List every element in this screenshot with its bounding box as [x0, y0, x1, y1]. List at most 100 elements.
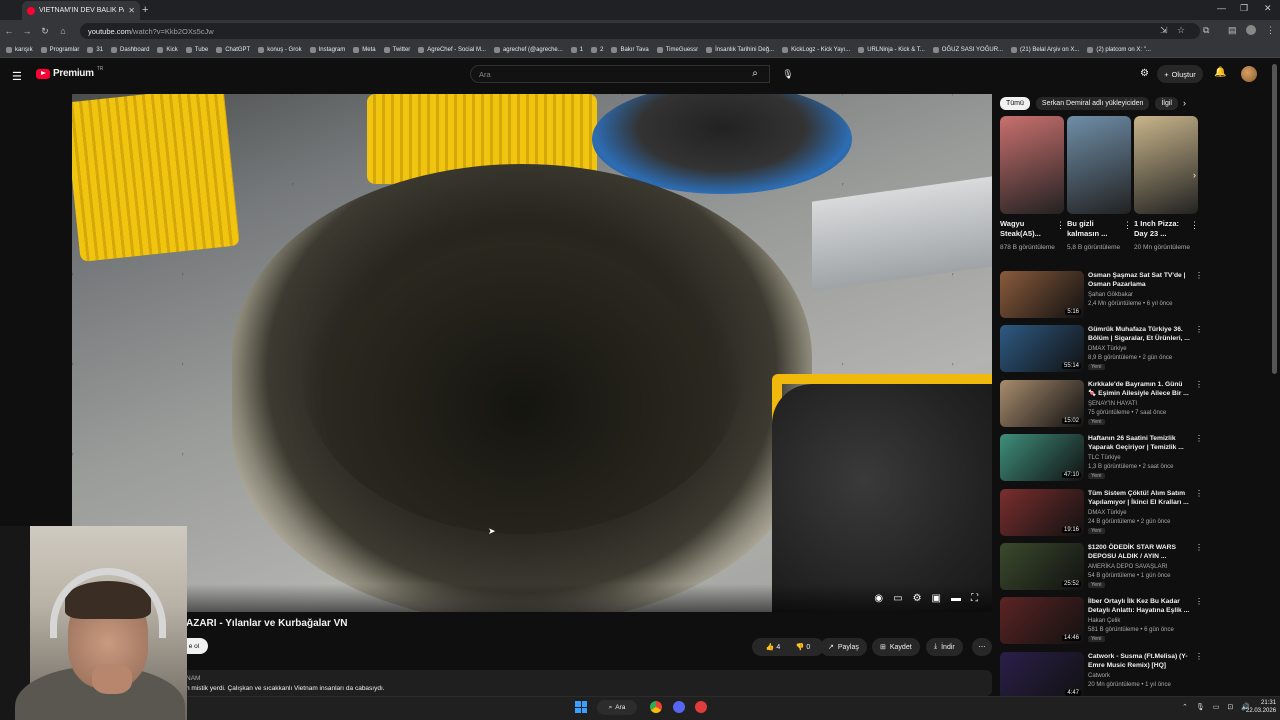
filter-chip[interactable]: Tümü: [1000, 96, 1030, 110]
bookmark-item[interactable]: konuş - Grok: [258, 46, 302, 53]
channel-name[interactable]: DMAX Türkiye: [1088, 510, 1127, 516]
settings-icon[interactable]: ⚙: [913, 593, 922, 604]
video-more-icon[interactable]: ⋮: [1195, 325, 1203, 334]
video-more-icon[interactable]: ⋮: [1195, 652, 1203, 661]
chrome-app-icon[interactable]: [650, 701, 662, 713]
video-thumbnail[interactable]: 47:10: [1000, 434, 1084, 482]
short-more-icon[interactable]: ⋮: [1190, 220, 1199, 231]
short-title[interactable]: Wagyu Steak(A5)...: [1000, 219, 1056, 239]
channel-name[interactable]: Hakan Çelik: [1088, 618, 1120, 624]
forward-icon[interactable]: →: [18, 26, 36, 36]
recommended-video[interactable]: 19:16 Tüm Sistem Çöktü! Alım Satım Yapıla…: [1000, 488, 1203, 539]
fullscreen-icon[interactable]: ⛶: [971, 593, 978, 604]
more-actions-icon[interactable]: ⋯: [972, 638, 992, 656]
shorts-next-icon[interactable]: ›: [1193, 170, 1196, 180]
mic-tray-icon[interactable]: 🎙: [1196, 703, 1205, 711]
video-more-icon[interactable]: ⋮: [1195, 380, 1203, 389]
subtitles-icon[interactable]: ▭: [893, 593, 902, 604]
search-icon[interactable]: ⌕: [740, 65, 770, 83]
bookmark-item[interactable]: Twitter: [383, 46, 410, 53]
save-button[interactable]: ⊞ Kaydet: [872, 638, 920, 656]
channel-name[interactable]: TLC Türkiye: [1088, 455, 1121, 461]
video-more-icon[interactable]: ⋮: [1195, 543, 1203, 552]
video-more-icon[interactable]: ⋮: [1195, 597, 1203, 606]
short-thumbnail[interactable]: [1134, 116, 1198, 214]
video-thumbnail[interactable]: 25:52: [1000, 543, 1084, 590]
video-more-icon[interactable]: ⋮: [1195, 489, 1203, 498]
bookmark-item[interactable]: ChatGPT: [216, 46, 250, 53]
video-title[interactable]: Gümrük Muhafaza Türkiye 36. Bölüm | Siga…: [1088, 325, 1192, 343]
youtube-logo[interactable]: Premium TR: [36, 66, 103, 79]
filter-chip[interactable]: Serkan Demiral adlı yükleyiciden: [1035, 96, 1150, 110]
recommended-video[interactable]: 55:14 Gümrük Muhafaza Türkiye 36. Bölüm |…: [1000, 325, 1203, 375]
filter-chip[interactable]: İlgil: [1155, 96, 1178, 110]
bookmark-item[interactable]: (21) Belal Arşiv on X...: [1011, 46, 1079, 53]
video-title[interactable]: Catwork - Susma (Ft.Melisa) (Y-Emre Musi…: [1088, 652, 1192, 670]
create-button[interactable]: + Oluştur: [1157, 65, 1203, 83]
extensions-icon[interactable]: ⧉: [1203, 25, 1209, 36]
channel-name[interactable]: AMERİKA DEPO SAVAŞLARI: [1088, 564, 1167, 570]
bookmark-item[interactable]: İnsanlık Tarihini Değ...: [706, 46, 774, 53]
bookmark-item[interactable]: Programlar: [40, 46, 79, 53]
video-thumbnail[interactable]: 19:16: [1000, 488, 1084, 536]
close-tab-icon[interactable]: ✕: [128, 6, 135, 15]
bookmark-item[interactable]: karışık: [6, 46, 33, 53]
like-button[interactable]: 👍 4: [766, 643, 781, 651]
channel-name[interactable]: DMAX Türkiye: [1088, 346, 1127, 352]
bookmark-item[interactable]: OĞUZ SASI YOĞUR...: [932, 46, 1003, 53]
recommended-video[interactable]: 47:10 Haftanın 26 Saatini Temizlik Yapara…: [1000, 434, 1203, 484]
bookmark-star-icon[interactable]: ☆: [1177, 25, 1185, 36]
video-thumbnail[interactable]: 55:14: [1000, 325, 1084, 373]
recommended-video[interactable]: 5:16 Osman Şaşmaz Sat Sat TV'de | Osman P…: [1000, 271, 1203, 321]
discord-app-icon[interactable]: [673, 701, 685, 713]
install-icon[interactable]: ⇲: [1160, 25, 1168, 36]
page-scrollbar[interactable]: [1272, 64, 1277, 374]
video-thumbnail[interactable]: 14:46: [1000, 597, 1084, 645]
video-title[interactable]: İlber Ortaylı İlk Kez Bu Kadar Detaylı A…: [1088, 597, 1192, 615]
recommended-video[interactable]: 25:52 $1200 ÖDEDİK STAR WARS DEPOSU ALDIK…: [1000, 543, 1203, 593]
taskbar-clock[interactable]: 21:31 22.03.2026: [1246, 699, 1276, 715]
recommended-video[interactable]: 4:47 Catwork - Susma (Ft.Melisa) (Y-Emre …: [1000, 651, 1203, 702]
short-more-icon[interactable]: ⋮: [1056, 220, 1065, 231]
hamburger-menu-icon[interactable]: ☰: [12, 70, 22, 83]
bookmark-item[interactable]: Bakır Tava: [611, 46, 649, 53]
video-title[interactable]: $1200 ÖDEDİK STAR WARS DEPOSU ALDIK / AY…: [1088, 543, 1192, 561]
browser-tab[interactable]: VIETNAM'IN DEV BALIK PAZ ✕: [22, 1, 140, 20]
tray-chevron-icon[interactable]: ⌃: [1182, 703, 1188, 711]
short-more-icon[interactable]: ⋮: [1123, 220, 1132, 231]
sidebar-panel-icon[interactable]: ▤: [1228, 25, 1237, 36]
recommended-video[interactable]: 15:02 Kırkkale'de Bayramın 1. Günü 🍬 Eşim…: [1000, 379, 1203, 430]
video-more-icon[interactable]: ⋮: [1195, 271, 1203, 280]
share-button[interactable]: ↗ Paylaş: [820, 638, 867, 656]
network-icon[interactable]: ⊡: [1227, 703, 1233, 711]
new-tab-icon[interactable]: +: [142, 4, 148, 16]
channel-name[interactable]: Şahan Gökbakar: [1088, 292, 1133, 298]
channel-name[interactable]: ŞENAY'IN HAYATI: [1088, 401, 1137, 407]
browser-menu-icon[interactable]: ⋮: [1266, 25, 1275, 36]
bookmark-item[interactable]: 1: [570, 46, 583, 53]
video-player[interactable]: ➤ ◉ ▭ ⚙ ▣ ▬ ⛶: [72, 94, 992, 612]
recommended-video[interactable]: 14:46 İlber Ortaylı İlk Kez Bu Kadar Deta…: [1000, 597, 1203, 647]
chips-next-icon[interactable]: ›: [1183, 98, 1186, 108]
bookmark-item[interactable]: Dashboard: [111, 46, 149, 53]
windows-start-icon[interactable]: [575, 701, 587, 713]
bookmark-item[interactable]: 2: [591, 46, 603, 53]
address-bar[interactable]: youtube.com/watch?v=Kkb2OXs5cJw: [80, 23, 1200, 39]
short-thumbnail[interactable]: [1067, 116, 1131, 214]
bookmark-item[interactable]: KickLogz - Kick Yayı...: [782, 46, 850, 53]
settings-gear-icon[interactable]: ⚙: [1140, 68, 1149, 79]
bookmark-item[interactable]: agrechef (@agreche...: [493, 46, 563, 53]
minimize-icon[interactable]: —: [1217, 3, 1226, 13]
video-title[interactable]: Kırkkale'de Bayramın 1. Günü 🍬 Eşimin Ai…: [1088, 380, 1192, 398]
video-title[interactable]: Haftanın 26 Saatini Temizlik Yaparak Geç…: [1088, 434, 1192, 452]
video-title[interactable]: Tüm Sistem Çöktü! Alım Satım Yapılamıyor…: [1088, 489, 1192, 507]
short-thumbnail[interactable]: [1000, 116, 1064, 214]
short-title[interactable]: Bu gizli kalmasın ...: [1067, 219, 1123, 239]
short-title[interactable]: 1 Inch Pizza: Day 23 ...: [1134, 219, 1190, 239]
app-icon[interactable]: [695, 701, 707, 713]
video-thumbnail[interactable]: 4:47: [1000, 651, 1084, 699]
maximize-icon[interactable]: ❐: [1240, 3, 1248, 14]
bookmark-item[interactable]: Tube: [185, 46, 208, 53]
microphone-icon[interactable]: 🎙: [780, 66, 796, 82]
bookmark-item[interactable]: Instagram: [309, 46, 345, 53]
